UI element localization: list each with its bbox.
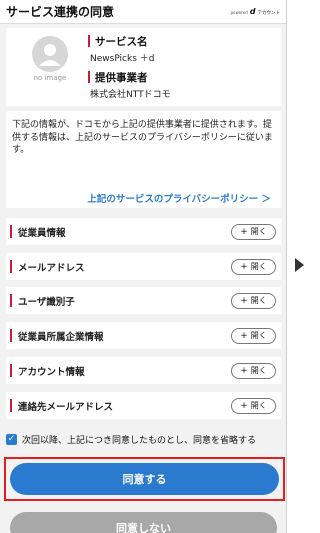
service-name-value: NewsPicks ＋d	[90, 54, 155, 64]
service-info-card: no image サービス名 NewsPicks ＋d 提供事業者 株式会社NT…	[6, 28, 281, 106]
brand-d: d	[249, 7, 256, 16]
service-details: サービス名 NewsPicks ＋d 提供事業者 株式会社NTTドコモ	[88, 34, 273, 106]
open-button-label: 開く	[250, 296, 267, 305]
accent-bar	[10, 399, 12, 412]
info-item-email: メールアドレス + 開く	[6, 253, 281, 280]
plus-icon: +	[240, 295, 248, 306]
open-button-label: 開く	[250, 401, 267, 410]
page-title: サービス連携の同意	[6, 5, 115, 19]
open-button-label: 開く	[250, 331, 267, 340]
accent-bar	[10, 225, 12, 238]
app-header: サービス連携の同意 powered d アカウント	[0, 0, 286, 24]
no-image-label: no image	[33, 74, 67, 82]
info-item-contact-email: 連絡先メールアドレス + 開く	[6, 392, 281, 419]
info-item-label: ユーザ識別子	[18, 296, 75, 308]
checkmark-icon: ✓	[7, 433, 16, 444]
accent-bar	[10, 260, 12, 273]
service-name-heading: サービス名	[88, 34, 273, 48]
open-button[interactable]: + 開く	[231, 397, 276, 414]
provider-heading: 提供事業者	[88, 70, 273, 84]
open-button-label: 開く	[250, 366, 267, 375]
skip-consent-option: ✓ 次回以降、上記につき同意したものとし、同意を省略する	[6, 431, 281, 447]
skip-consent-label[interactable]: 次回以降、上記につき同意したものとし、同意を省略する	[22, 433, 256, 446]
provider-value: 株式会社NTTドコモ	[90, 90, 171, 100]
brand-prefix: powered	[230, 10, 248, 15]
consent-screen: サービス連携の同意 powered d アカウント no image サービス名…	[0, 0, 287, 533]
accent-bar	[88, 71, 90, 83]
open-button[interactable]: + 開く	[231, 362, 276, 379]
info-item-label: メールアドレス	[18, 262, 85, 274]
agree-highlight-frame: 同意する	[4, 457, 285, 501]
plus-icon: +	[240, 330, 248, 341]
info-item-user-id: ユーザ識別子 + 開く	[6, 287, 281, 314]
info-item-label: 従業員所属企業情報	[18, 331, 104, 343]
plus-icon: +	[240, 400, 248, 411]
plus-icon: +	[240, 365, 248, 376]
info-item-employee: 従業員情報 + 開く	[6, 218, 281, 245]
agree-button[interactable]: 同意する	[10, 463, 279, 495]
brand-text: アカウント	[257, 11, 281, 16]
open-button[interactable]: + 開く	[231, 327, 276, 344]
accent-bar	[88, 35, 90, 47]
info-item-label: 従業員情報	[18, 227, 66, 239]
user-silhouette-icon	[32, 36, 68, 72]
info-item-label: アカウント情報	[18, 366, 85, 378]
open-button[interactable]: + 開く	[231, 258, 276, 275]
info-item-company: 従業員所属企業情報 + 開く	[6, 322, 281, 349]
info-item-label: 連絡先メールアドレス	[18, 401, 114, 413]
open-button[interactable]: + 開く	[231, 223, 276, 240]
info-item-account: アカウント情報 + 開く	[6, 357, 281, 384]
open-button[interactable]: + 開く	[231, 292, 276, 309]
accent-bar	[10, 294, 12, 307]
disagree-button[interactable]: 同意しない	[10, 512, 277, 533]
plus-icon: +	[240, 226, 248, 237]
open-button-label: 開く	[250, 262, 267, 271]
skip-consent-checkbox[interactable]: ✓	[6, 433, 17, 445]
consent-text: 下記の情報が、ドコモから上記の提供事業者に提供されます。提供する情報は、上記のサ…	[12, 120, 273, 155]
provider-label: 提供事業者	[95, 71, 148, 84]
consent-notice-card: 下記の情報が、ドコモから上記の提供事業者に提供されます。提供する情報は、上記のサ…	[6, 111, 281, 208]
d-account-logo: powered d アカウント	[230, 7, 280, 16]
service-name-label: サービス名	[95, 35, 148, 48]
open-button-label: 開く	[250, 227, 267, 236]
plus-icon: +	[240, 261, 248, 272]
next-step-arrow-icon	[295, 258, 304, 272]
accent-bar	[10, 364, 12, 377]
privacy-policy-link[interactable]: 上記のサービスのプライバシーポリシー ＞	[12, 191, 271, 205]
no-image-placeholder: no image	[30, 34, 70, 100]
accent-bar	[10, 329, 12, 342]
